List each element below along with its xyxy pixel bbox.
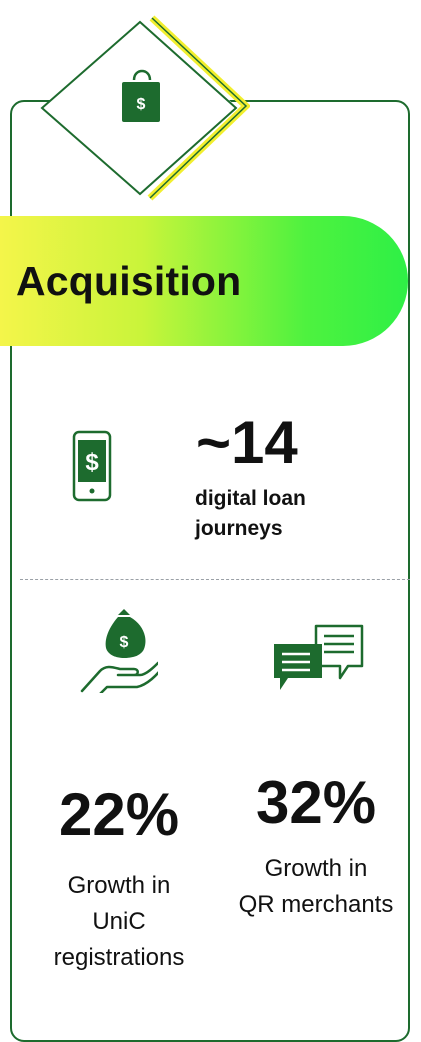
unic-label: Growth in UniC registrations: [24, 868, 214, 976]
svg-text:$: $: [85, 449, 99, 476]
unic-value: 22%: [58, 781, 180, 848]
chat-bubbles-icon: [274, 624, 364, 690]
loans-label: digital loan journeys: [195, 484, 306, 544]
qr-value: 32%: [255, 769, 377, 836]
svg-text:$: $: [120, 634, 129, 651]
unic-label-line2: UniC: [92, 908, 146, 935]
unic-label-line1: Growth in: [67, 872, 171, 899]
bag-dollar-glyph: $: [137, 96, 146, 113]
mobile-dollar-icon: $: [72, 430, 112, 502]
section-title: Acquisition: [16, 258, 242, 304]
hand-money-bag-icon: $: [80, 609, 158, 693]
loans-label-line1: digital loan: [195, 487, 306, 510]
unic-label-line3: registrations: [53, 944, 185, 971]
section-divider: [20, 579, 410, 580]
qr-label: Growth in QR merchants: [222, 851, 410, 923]
qr-label-line1: Growth in: [264, 855, 368, 882]
qr-label-line2: QR merchants: [238, 891, 394, 918]
header-diamond: $: [40, 15, 250, 201]
loans-value: ~14: [196, 409, 298, 476]
loans-label-line2: journeys: [195, 517, 283, 540]
